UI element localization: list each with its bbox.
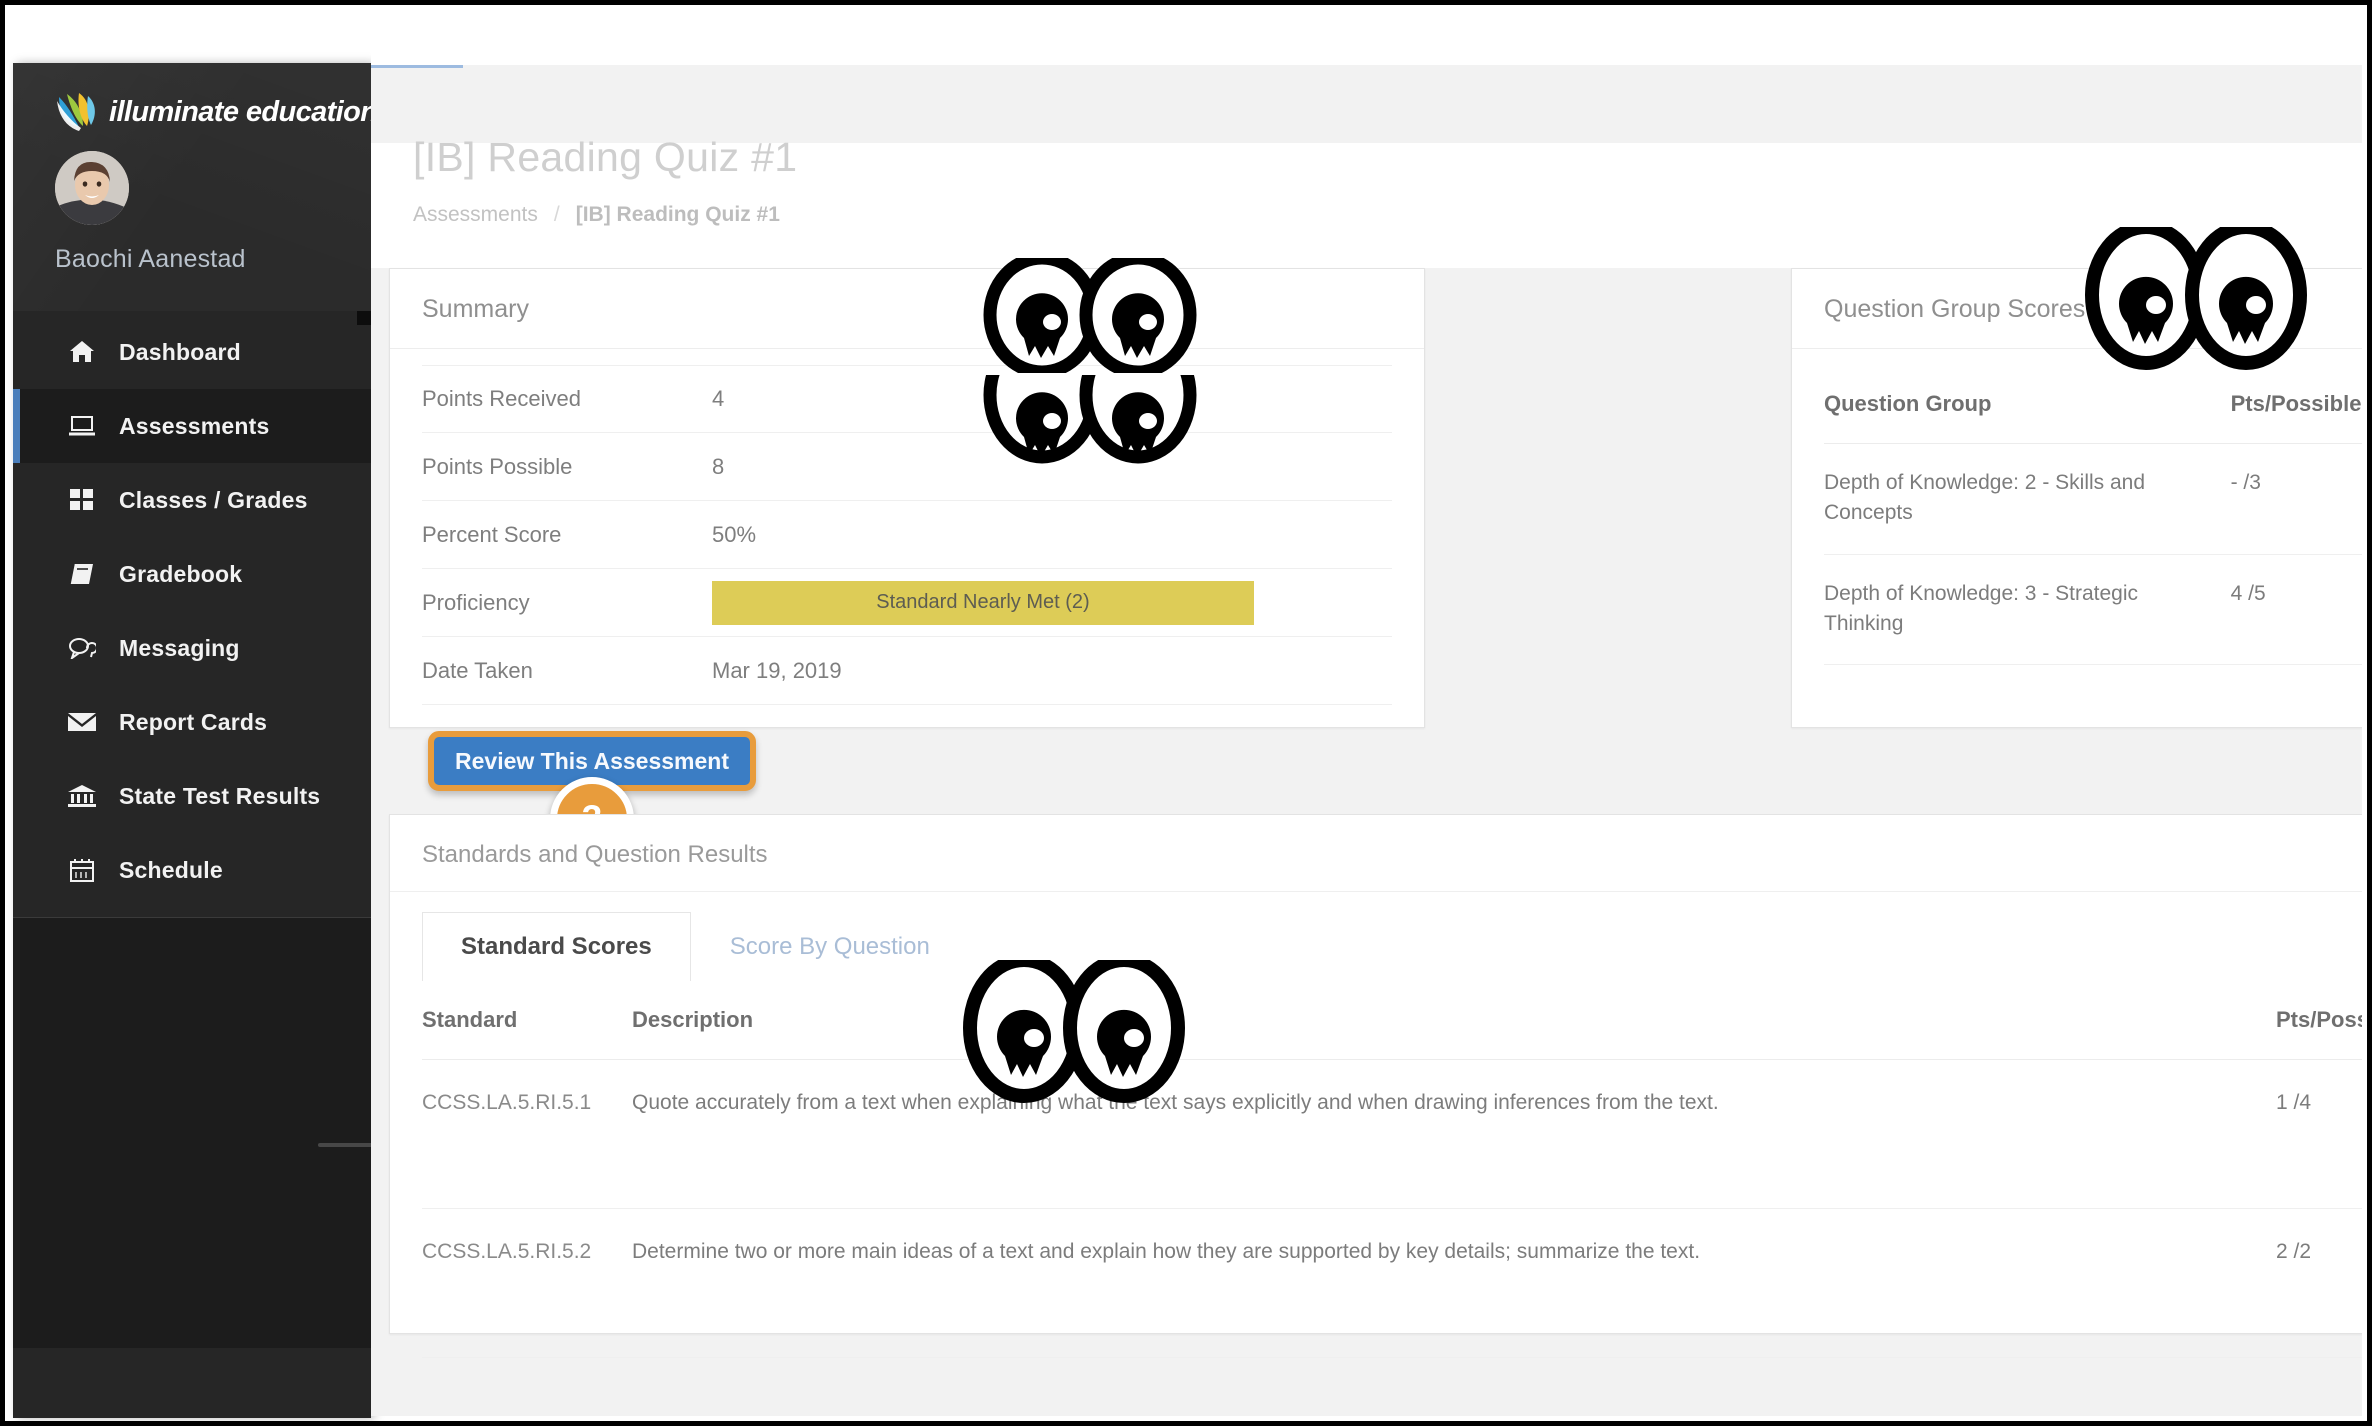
table-row: CCSS.LA.5.RI.5.2 Determine two or more m… xyxy=(422,1208,2362,1358)
illuminate-leaf-icon xyxy=(55,91,101,133)
row-value: Standard Nearly Met (2) xyxy=(712,580,1392,625)
user-name: Baochi Aanestad xyxy=(55,245,246,273)
table-header-row: Question Group Pts/Possible Percent Prof… xyxy=(1824,365,2362,444)
col-standard: Standard xyxy=(422,981,632,1060)
sidebar-item-gradebook[interactable]: Gradebook xyxy=(13,537,371,611)
cell-pts: - /3 xyxy=(2230,443,2362,555)
bank-icon xyxy=(65,785,99,807)
cell-pts: 1 /4 xyxy=(2276,1059,2362,1209)
summary-row-proficiency: Proficiency Standard Nearly Met (2) xyxy=(422,569,1392,637)
cell-standard: CCSS.LA.5.RI.5.2 xyxy=(422,1208,632,1358)
tab-standard-scores[interactable]: Standard Scores xyxy=(422,912,691,981)
content-stage: Summary Points Received 4 Points Possibl… xyxy=(371,268,2362,1416)
laptop-icon xyxy=(65,415,99,437)
sidebar-item-schedule[interactable]: Schedule xyxy=(13,833,371,907)
sidebar-item-label: Dashboard xyxy=(119,338,241,365)
summary-row-date-taken: Date Taken Mar 19, 2019 xyxy=(422,637,1392,705)
breadcrumb-root[interactable]: Assessments xyxy=(413,203,538,227)
summary-row-points-possible: Points Possible 8 xyxy=(422,433,1392,501)
row-label: Points Possible xyxy=(422,453,573,479)
sidebar-item-messaging[interactable]: Messaging xyxy=(13,611,371,685)
cell-question-group: Depth of Knowledge: 2 - Skills and Conce… xyxy=(1824,443,2231,555)
table-row: Depth of Knowledge: 2 - Skills and Conce… xyxy=(1824,443,2362,555)
sidebar-item-label: Schedule xyxy=(119,856,223,883)
cell-description: Determine two or more main ideas of a te… xyxy=(632,1208,2276,1358)
summary-card: Summary Points Received 4 Points Possibl… xyxy=(389,268,1425,861)
page-header: [IB] Reading Quiz #1 Assessments / [IB] … xyxy=(413,134,797,227)
sidebar-item-assessments[interactable]: Assessments xyxy=(13,389,371,463)
sidebar-item-label: Messaging xyxy=(119,634,240,661)
sidebar-item-label: Classes / Grades xyxy=(119,486,308,513)
table-row: Depth of Knowledge: 3 - Strategic Thinki… xyxy=(1824,554,2362,665)
logo[interactable]: illuminate education™ xyxy=(55,91,371,133)
cell-description: Quote accurately from a text when explai… xyxy=(632,1059,2276,1209)
page-title: [IB] Reading Quiz #1 xyxy=(413,134,798,180)
standards-table-wrap: Standard Description Pts/Possible Percen… xyxy=(390,981,2362,1358)
summary-row-percent-score: Percent Score 50% xyxy=(422,501,1392,569)
standards-table: Standard Description Pts/Possible Percen… xyxy=(422,981,2362,1358)
question-group-card-title: Question Group Scores xyxy=(1792,269,2362,349)
review-button-area: Review This Assessment 3 xyxy=(428,731,756,861)
table-row: CCSS.LA.5.RI.5.1 Quote accurately from a… xyxy=(422,1059,2362,1209)
row-value: 50% xyxy=(712,521,757,547)
calendar-icon xyxy=(65,858,99,882)
cell-question-group: Depth of Knowledge: 3 - Strategic Thinki… xyxy=(1824,554,2231,665)
question-group-table: Question Group Pts/Possible Percent Prof… xyxy=(1824,365,2362,665)
browser-tab-indicator xyxy=(371,65,463,68)
sidebar-item-label: Gradebook xyxy=(119,560,243,587)
row-value: 4 xyxy=(712,386,725,411)
col-question-group: Question Group xyxy=(1824,365,2231,444)
envelope-icon xyxy=(65,712,99,732)
summary-card-title: Summary xyxy=(390,269,1424,349)
sidebar-item-label: Report Cards xyxy=(119,708,268,735)
sidebar-nav: Dashboard Assessments Classes / Grades G… xyxy=(13,311,371,907)
summary-row-points-received: Points Received 4 xyxy=(422,365,1392,433)
breadcrumb-current: [IB] Reading Quiz #1 xyxy=(575,203,780,226)
sidebar: illuminate education™ Baochi Aanestad xyxy=(13,63,371,1418)
sidebar-resize-handle[interactable] xyxy=(318,1143,371,1147)
sidebar-item-label: Assessments xyxy=(119,412,270,439)
row-label: Proficiency xyxy=(422,589,530,615)
cell-pts: 4 /5 xyxy=(2230,554,2362,665)
breadcrumb: Assessments / [IB] Reading Quiz #1 xyxy=(413,203,797,227)
sidebar-empty-space xyxy=(13,918,371,1348)
main-content: [IB] Reading Quiz #1 Assessments / [IB] … xyxy=(371,10,2362,1416)
brand-header: illuminate education™ Baochi Aanestad xyxy=(13,63,371,311)
summary-card-body: Points Received 4 Points Possible 8 Perc… xyxy=(390,349,1424,861)
sidebar-item-label: State Test Results xyxy=(119,782,321,809)
table-header-row: Standard Description Pts/Possible Percen… xyxy=(422,981,2362,1060)
sidebar-item-dashboard[interactable]: Dashboard xyxy=(13,315,371,389)
standards-and-question-results-card: Standards and Question Results Standard … xyxy=(389,814,2362,1358)
row-value: Mar 19, 2019 xyxy=(712,657,842,683)
row-label: Date Taken xyxy=(422,657,533,683)
breadcrumb-separator: / xyxy=(553,203,560,226)
status-badge: Standard Nearly Met (2) xyxy=(712,580,1254,625)
app-window: illuminate education™ Baochi Aanestad xyxy=(0,0,2372,1426)
brand-name: illuminate education™ xyxy=(109,95,371,128)
grid-icon xyxy=(65,489,99,511)
col-pts-possible: Pts/Possible xyxy=(2230,365,2362,444)
standards-tabs: Standard Scores Score By Question xyxy=(390,892,2362,981)
row-label: Points Received xyxy=(422,386,581,411)
chat-icon xyxy=(65,637,99,659)
question-group-scores-card: Question Group Scores Question Group Pts… xyxy=(1791,268,2362,728)
row-label: Percent Score xyxy=(422,521,562,547)
sidebar-item-state-test-results[interactable]: State Test Results xyxy=(13,759,371,833)
tab-score-by-question[interactable]: Score By Question xyxy=(690,912,969,981)
col-pts-possible: Pts/Possible xyxy=(2276,981,2362,1060)
cell-standard: CCSS.LA.5.RI.5.1 xyxy=(422,1059,632,1209)
question-group-card-body: Question Group Pts/Possible Percent Prof… xyxy=(1792,349,2362,687)
top-bar xyxy=(371,65,2362,143)
cell-pts: 2 /2 xyxy=(2276,1208,2362,1358)
col-description: Description xyxy=(632,981,2276,1060)
standards-card-title: Standards and Question Results xyxy=(390,815,2362,892)
row-value: 8 xyxy=(712,453,725,479)
book-icon xyxy=(65,563,99,585)
sidebar-item-classes-grades[interactable]: Classes / Grades xyxy=(13,463,371,537)
sidebar-item-report-cards[interactable]: Report Cards xyxy=(13,685,371,759)
avatar[interactable] xyxy=(55,151,129,225)
home-icon xyxy=(65,340,99,364)
